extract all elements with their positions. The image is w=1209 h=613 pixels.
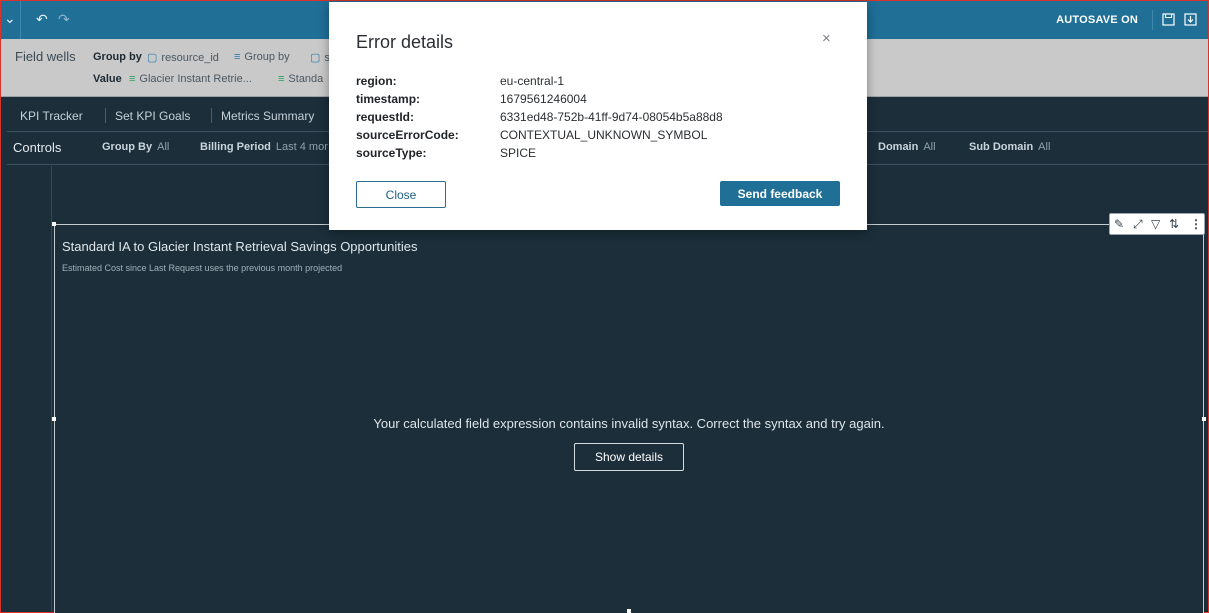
error-details-modal: Error details × region: eu-central-1 time… [329,2,867,230]
detail-row: sourceType: SPICE [356,146,537,160]
toolbar-divider [20,1,21,39]
redo-icon[interactable]: ↷ [58,12,70,26]
expand-icon[interactable]: ⤢ [1133,217,1143,231]
group-by-well-label: Group by [93,51,142,63]
value-field-chip[interactable]: ≡ Standa [278,73,323,85]
detail-row: timestamp: 1679561246004 [356,92,587,106]
control-sub-domain[interactable]: Sub Domain All [969,141,1050,153]
toolbar-divider [1152,10,1153,30]
measure-icon: ≡ [278,73,285,85]
dimension-icon: ▢ [147,52,158,64]
dimension-icon: ≡ [234,51,241,63]
measure-icon: ≡ [129,73,136,85]
chevron-down-icon[interactable]: ⌄ [4,11,16,25]
value-field-chip[interactable]: ≡ Glacier Instant Retrie... [129,73,252,85]
group-by-field-chip[interactable]: ≡ Group by [234,51,290,63]
more-vertical-icon[interactable]: ⋮ [1190,217,1202,231]
tab-kpi-tracker[interactable]: KPI Tracker [20,109,83,123]
value-well-label: Value [93,73,122,85]
resize-handle[interactable] [52,222,56,226]
undo-icon[interactable]: ↶ [36,12,48,26]
control-billing-period[interactable]: Billing Period Last 4 mor [200,141,328,153]
field-wells-title[interactable]: Field wells [15,49,76,64]
close-button[interactable]: Close [356,181,446,208]
visual-menu: ✎ ⤢ ▽ ⇅ ⋮ [1109,213,1205,235]
sheet-gutter-line [51,166,52,613]
dimension-icon: ▢ [310,52,321,64]
modal-title: Error details [356,32,454,52]
send-feedback-button[interactable]: Send feedback [720,181,840,206]
visual-title: Standard IA to Glacier Instant Retrieval… [62,239,418,254]
visual-card[interactable]: ✎ ⤢ ▽ ⇅ ⋮ Standard IA to Glacier Instant… [52,213,1206,613]
control-domain[interactable]: Domain All [878,141,936,153]
show-details-button[interactable]: Show details [574,443,684,471]
autosave-status[interactable]: AUTOSAVE ON [1056,14,1138,26]
detail-row: sourceErrorCode: CONTEXTUAL_UNKNOWN_SYMBO… [356,128,708,142]
tab-set-kpi-goals[interactable]: Set KPI Goals [115,109,190,123]
close-icon[interactable]: × [822,31,831,46]
tab-divider [105,108,106,123]
visual-subtitle: Estimated Cost since Last Request uses t… [62,263,343,273]
detail-row: region: eu-central-1 [356,74,565,88]
save-icon[interactable] [1162,13,1175,26]
tab-divider [211,108,212,123]
sort-icon[interactable]: ⇅ [1169,217,1179,231]
pencil-icon[interactable]: ✎ [1114,217,1124,231]
tab-metrics-summary[interactable]: Metrics Summary [221,109,314,123]
resize-handle[interactable] [627,609,631,613]
controls-title[interactable]: Controls [13,140,61,155]
error-message: Your calculated field expression contain… [373,416,885,431]
detail-row: requestId: 6331ed48-752b-41ff-9d74-08054b… [356,110,723,124]
group-by-field-chip[interactable]: ▢ resource_id [147,51,219,64]
group-by-field-chip[interactable]: ▢ s [310,51,330,64]
download-icon[interactable] [1184,13,1197,26]
filter-icon[interactable]: ▽ [1151,217,1160,231]
control-group-by[interactable]: Group By All [102,141,169,153]
